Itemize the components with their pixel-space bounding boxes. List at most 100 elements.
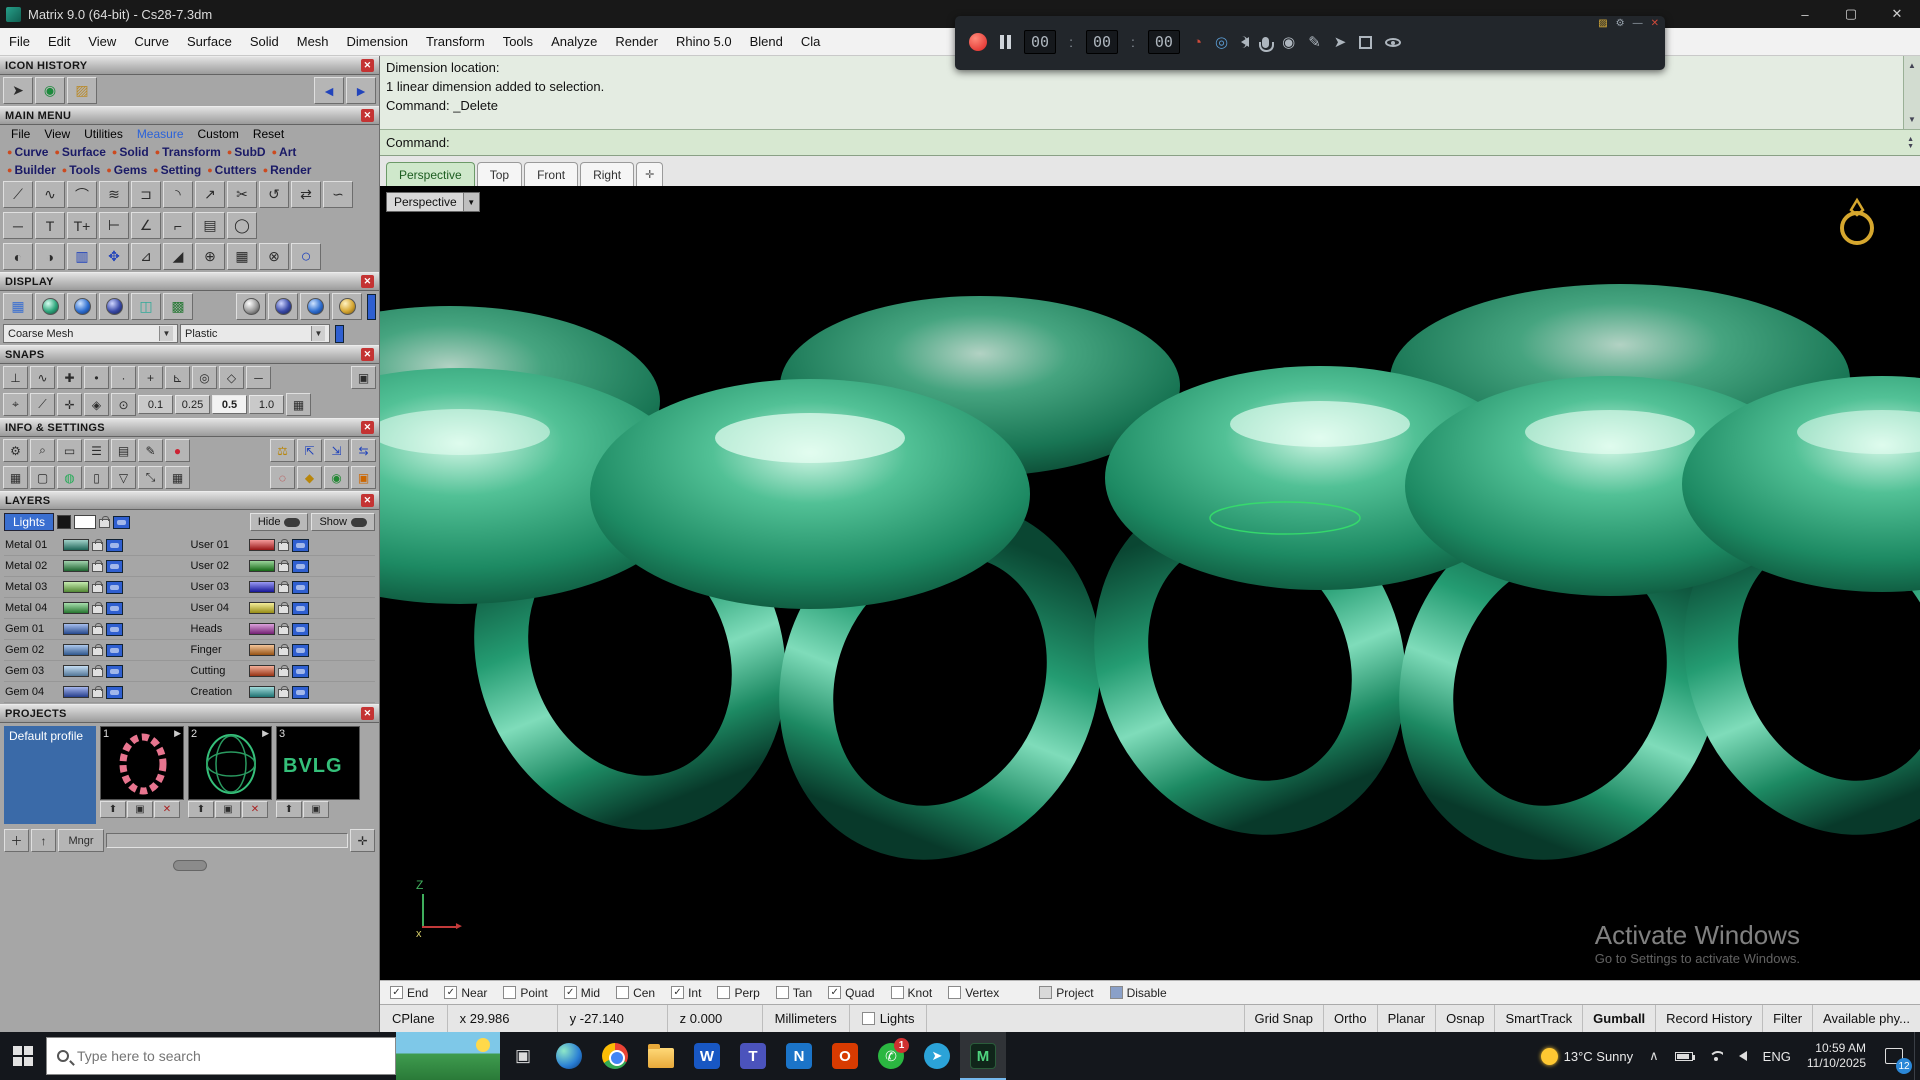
layer-color-swatch[interactable] [63, 665, 89, 677]
menu-dimension[interactable]: Dimension [338, 28, 417, 55]
recorder-minimize-icon[interactable]: — [1633, 18, 1643, 29]
material-gold-icon[interactable] [332, 293, 362, 320]
extend-tool-icon[interactable]: ↗ [195, 181, 225, 208]
draw-pen-icon[interactable]: ✎ [1308, 33, 1321, 51]
monitor-icon[interactable]: ▭ [57, 439, 82, 462]
tab-right[interactable]: Right [580, 162, 635, 186]
curve-tool-icon[interactable]: ∿ [35, 181, 65, 208]
available-physical-pane[interactable]: Available phy... [1812, 1005, 1920, 1032]
lock-icon[interactable] [92, 539, 103, 551]
save-project-icon[interactable]: ▣ [303, 801, 329, 818]
layer-color-swatch[interactable] [63, 539, 89, 551]
planar-pane[interactable]: Planar [1376, 1005, 1436, 1032]
osnap-end[interactable]: End [390, 986, 428, 1000]
load-project-icon[interactable]: ⬆ [276, 801, 302, 818]
tab-front[interactable]: Front [524, 162, 579, 186]
layer-row-user02[interactable]: User 02 [189, 556, 375, 577]
mm-cutters[interactable]: ● Cutters [204, 163, 259, 177]
add-project-icon[interactable]: ＋ [4, 829, 29, 852]
fullscreen-icon[interactable] [1359, 35, 1373, 49]
boolean-tool-icon[interactable]: ⊗ [259, 243, 289, 270]
visibility-toggle[interactable] [106, 559, 123, 573]
taskbar-word[interactable]: W [684, 1032, 730, 1080]
osnap-cen[interactable]: Cen [616, 986, 655, 1000]
lock-icon[interactable] [277, 665, 289, 677]
up-project-icon[interactable]: ↑ [31, 829, 56, 852]
save-project-icon[interactable]: ▣ [215, 801, 241, 818]
delete-project-icon[interactable]: ✕ [154, 801, 180, 818]
offset-tool-icon[interactable]: ⊐ [131, 181, 161, 208]
grid-snap-icon[interactable]: ⊥ [3, 366, 28, 389]
history-back-icon[interactable]: ◄ [314, 77, 344, 104]
speaker-icon[interactable] [1241, 36, 1250, 48]
line-tool-icon[interactable]: ─ [3, 212, 33, 239]
minimize-button[interactable]: – [1782, 0, 1828, 28]
maximize-button[interactable]: ▢ [1828, 0, 1874, 28]
snap-value-1.0[interactable]: 1.0 [249, 395, 284, 414]
taskbar-clock[interactable]: 10:59 AM 11/10/2025 [1799, 1041, 1874, 1071]
lock-icon[interactable] [92, 644, 103, 656]
taskbar-explorer[interactable] [638, 1032, 684, 1080]
close-icon[interactable]: ✕ [361, 275, 374, 288]
sphere-red-icon[interactable]: ● [165, 439, 190, 462]
snaps-header[interactable]: SNAPS ✕ [0, 345, 379, 364]
near-snap-icon[interactable]: ∿ [30, 366, 55, 389]
record-history-pane[interactable]: Record History [1655, 1005, 1762, 1032]
info-settings-header[interactable]: INFO & SETTINGS ✕ [0, 418, 379, 437]
grid-settings-icon[interactable]: ▦ [286, 393, 311, 416]
lock-icon[interactable] [92, 602, 103, 614]
link-tool-icon[interactable]: ⊕ [195, 243, 225, 270]
close-icon[interactable]: ✕ [361, 494, 374, 507]
cen-snap-icon[interactable]: · [111, 366, 136, 389]
weight-icon[interactable]: ⚖ [270, 439, 295, 462]
visibility-toggle[interactable] [291, 601, 309, 615]
visibility-toggle[interactable] [291, 643, 309, 657]
visibility-toggle[interactable] [106, 538, 123, 552]
mm-surface[interactable]: ● Surface [51, 145, 108, 159]
menu-render[interactable]: Render [606, 28, 667, 55]
task-view-button[interactable]: ▣ [500, 1032, 546, 1080]
visibility-toggle[interactable] [106, 601, 123, 615]
arc-tool-icon[interactable]: ⌒ [67, 181, 97, 208]
lock-icon[interactable] [277, 560, 289, 572]
mm-tools[interactable]: ● Tools [59, 163, 104, 177]
tray-expand-chevron[interactable]: ∧ [1641, 1032, 1667, 1080]
gold-ring-icon[interactable] [1834, 194, 1880, 250]
layer-row-creation[interactable]: Creation [189, 682, 375, 703]
import-icon[interactable]: ⇲ [324, 439, 349, 462]
screen-icon[interactable]: ▢ [30, 466, 55, 489]
load-project-icon[interactable]: ⬆ [100, 801, 126, 818]
checkbox[interactable] [671, 986, 685, 999]
checkbox[interactable] [828, 986, 842, 999]
mm-solid[interactable]: ● Solid [109, 145, 152, 159]
osnap-pane[interactable]: Osnap [1435, 1005, 1494, 1032]
array-tool-icon[interactable]: ▦ [227, 243, 257, 270]
manager-button[interactable]: Mngr [58, 829, 104, 852]
search-input[interactable] [77, 1048, 337, 1064]
move-tool-icon[interactable]: ✥ [99, 243, 129, 270]
preview-eye-icon[interactable] [1385, 37, 1402, 47]
checkbox[interactable] [390, 986, 403, 999]
layer-row-gem01[interactable]: Gem 01 [4, 619, 190, 640]
smarttrack-pane[interactable]: SmartTrack [1494, 1005, 1582, 1032]
calc-icon[interactable]: ▦ [165, 466, 190, 489]
perp-snap-icon[interactable]: ⊾ [165, 366, 190, 389]
perspective-viewport[interactable]: Perspective ▼ Z ► x Activate Windows Go … [380, 186, 1920, 980]
close-icon[interactable]: ✕ [361, 421, 374, 434]
tab-perspective[interactable]: Perspective [386, 162, 475, 186]
layer-row-user03[interactable]: User 03 [189, 577, 375, 598]
layer-color-swatch[interactable] [248, 602, 275, 614]
cplane-button[interactable]: CPlane [380, 1005, 448, 1032]
taskbar-chrome[interactable] [592, 1032, 638, 1080]
report-icon[interactable]: ▣ [351, 466, 376, 489]
snap-value-0.5[interactable]: 0.5 [212, 395, 247, 414]
checkbox[interactable] [444, 986, 458, 999]
checkbox[interactable] [775, 986, 789, 999]
mm-custom[interactable]: Custom [191, 127, 246, 141]
history-forward-icon[interactable]: ► [346, 77, 376, 104]
ghosted-mode-icon[interactable]: ◫ [131, 293, 161, 320]
text-plus-tool-icon[interactable]: T+ [67, 212, 97, 239]
visibility-toggle[interactable] [291, 538, 309, 552]
menu-edit[interactable]: Edit [39, 28, 79, 55]
visibility-toggle[interactable] [291, 664, 309, 678]
